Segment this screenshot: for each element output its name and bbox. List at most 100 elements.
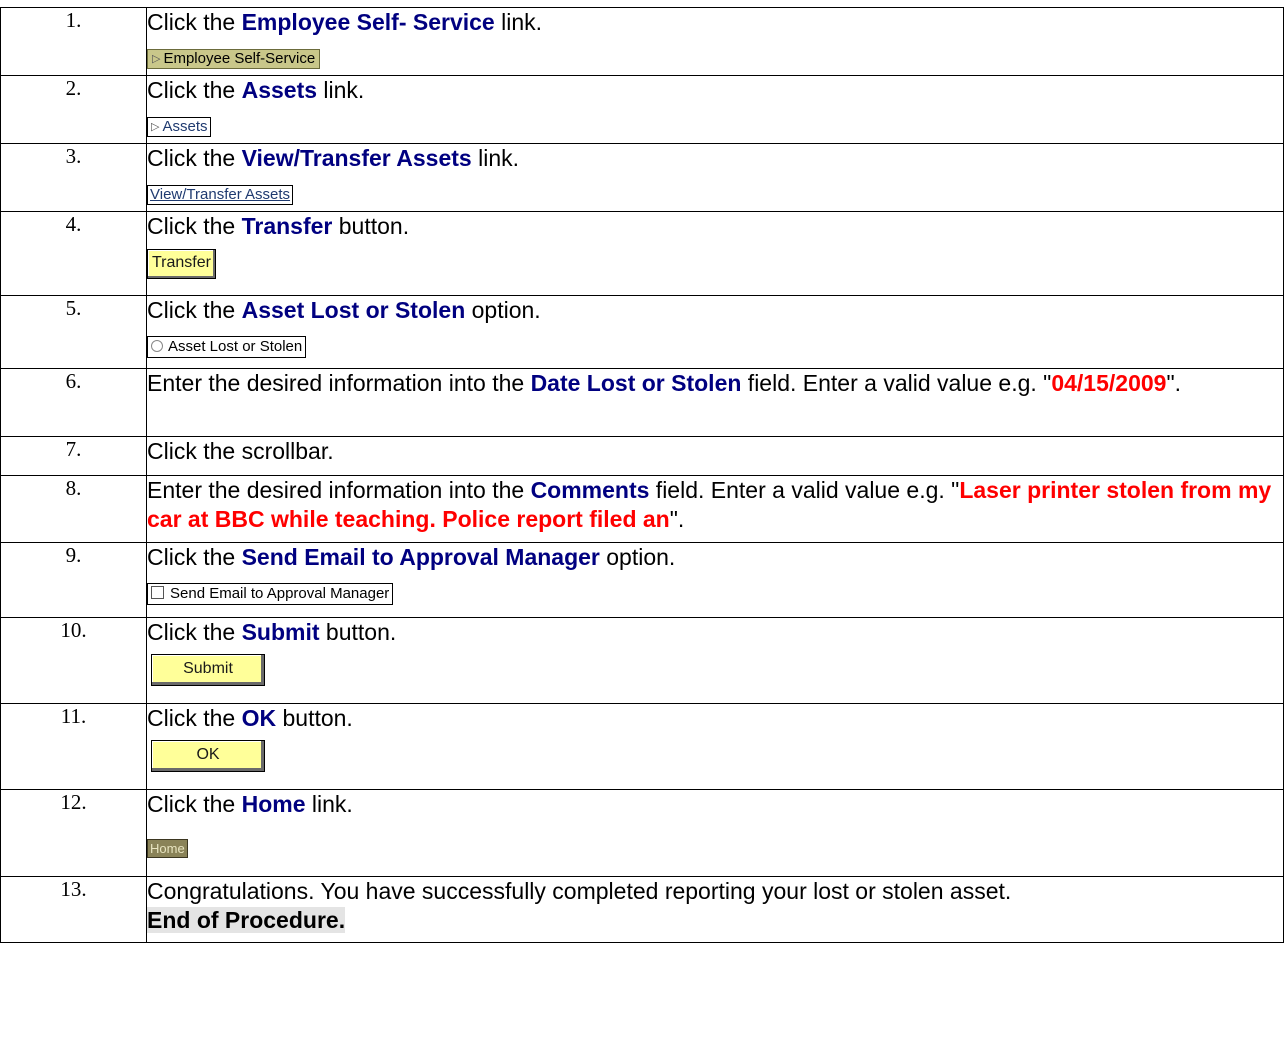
target-name: OK — [241, 705, 277, 731]
step-instruction: Enter the desired information into the C… — [146, 475, 1284, 543]
instruction-text: Click the — [147, 619, 242, 645]
instruction-text: link. — [317, 77, 365, 103]
instruction-text: Click the — [147, 9, 242, 35]
instruction-text: option. — [465, 297, 541, 323]
step-number: 9. — [0, 542, 147, 618]
screenshot-snippet: Submit — [147, 651, 1283, 686]
target-name: Comments — [530, 477, 650, 503]
step-instruction: Click the Submit button. Submit — [146, 617, 1284, 704]
screenshot-snippet: Send Email to Approval Manager — [147, 576, 1283, 605]
instruction-text: Click the — [147, 705, 242, 731]
target-name: Submit — [241, 619, 320, 645]
step-number: 6. — [0, 368, 147, 437]
screenshot-snippet: ▷ Employee Self-Service — [147, 41, 1283, 70]
step-row: 1. Click the Employee Self- Service link… — [0, 7, 1284, 76]
step-row: 12. Click the Home link. Home — [0, 789, 1284, 877]
employee-self-service-link[interactable]: ▷ Employee Self-Service — [147, 49, 321, 69]
target-name: Assets — [241, 77, 318, 103]
step-number: 8. — [0, 475, 147, 543]
procedure-steps-table: 1. Click the Employee Self- Service link… — [0, 7, 1284, 943]
step-instruction: Click the View/Transfer Assets link. Vie… — [146, 143, 1284, 212]
step-instruction: Click the OK button. OK — [146, 703, 1284, 790]
target-name: Asset Lost or Stolen — [241, 297, 466, 323]
step-row: 8. Enter the desired information into th… — [0, 475, 1284, 543]
instruction-text: link. — [494, 9, 543, 35]
asset-lost-or-stolen-option[interactable]: Asset Lost or Stolen — [147, 336, 307, 358]
step-row: 9. Click the Send Email to Approval Mana… — [0, 542, 1284, 618]
send-email-to-approval-manager-option[interactable]: Send Email to Approval Manager — [147, 583, 394, 605]
instruction-text: Click the — [147, 77, 242, 103]
instruction-text: option. — [599, 544, 676, 570]
link-label: Employee Self-Service — [163, 50, 316, 67]
ok-button[interactable]: OK — [151, 740, 265, 772]
step-number: 4. — [0, 211, 147, 296]
target-name: Transfer — [241, 213, 333, 239]
target-name: Employee Self- Service — [241, 9, 495, 35]
step-number: 3. — [0, 143, 147, 212]
end-of-procedure: End of Procedure. — [147, 907, 346, 933]
step-number: 5. — [0, 295, 147, 369]
radio-button-icon — [151, 340, 163, 352]
step-instruction: Click the Assets link. ▷ Assets — [146, 75, 1284, 144]
step-number: 13. — [0, 876, 147, 943]
instruction-text: Enter the desired information into the — [147, 370, 531, 396]
instruction-text: Click the — [147, 297, 242, 323]
step-row: 6. Enter the desired information into th… — [0, 368, 1284, 437]
instruction-text: Enter the desired information into the — [147, 477, 531, 503]
step-row: 3. Click the View/Transfer Assets link. … — [0, 143, 1284, 212]
screenshot-snippet: Home — [147, 831, 1283, 860]
option-label: Send Email to Approval Manager — [170, 585, 390, 602]
link-label: Assets — [162, 118, 208, 135]
step-instruction: Click the scrollbar. — [146, 436, 1284, 476]
step-number: 10. — [0, 617, 147, 704]
target-name: Home — [241, 791, 306, 817]
screenshot-snippet: View/Transfer Assets — [147, 177, 1283, 206]
step-instruction: Click the Employee Self- Service link. ▷… — [146, 7, 1284, 76]
option-label: Asset Lost or Stolen — [168, 338, 303, 355]
step-instruction: Click the Send Email to Approval Manager… — [146, 542, 1284, 618]
target-name: Date Lost or Stolen — [530, 370, 742, 396]
view-transfer-assets-link[interactable]: View/Transfer Assets — [147, 185, 294, 205]
target-name: Send Email to Approval Manager — [241, 544, 600, 570]
step-row: 5. Click the Asset Lost or Stolen option… — [0, 295, 1284, 369]
screenshot-snippet: Asset Lost or Stolen — [147, 329, 1283, 358]
instruction-text: link. — [471, 145, 520, 171]
submit-button[interactable]: Submit — [151, 654, 265, 686]
step-row: 11. Click the OK button. OK — [0, 703, 1284, 790]
instruction-text: button. — [319, 619, 397, 645]
example-value: 04/15/2009 — [1051, 370, 1167, 396]
instruction-text: button. — [276, 705, 353, 731]
step-instruction: Click the Transfer button. Transfer — [146, 211, 1284, 296]
step-number: 2. — [0, 75, 147, 144]
step-instruction: Click the Asset Lost or Stolen option. A… — [146, 295, 1284, 369]
step-row: 7. Click the scrollbar. — [0, 436, 1284, 476]
step-instruction: Enter the desired information into the D… — [146, 368, 1284, 437]
target-name: View/Transfer Assets — [241, 145, 472, 171]
instruction-text: Click the — [147, 544, 242, 570]
instruction-text: Click the — [147, 145, 242, 171]
step-row: 13. Congratulations. You have successful… — [0, 876, 1284, 943]
instruction-text: ". — [1166, 370, 1182, 396]
home-link[interactable]: Home — [147, 839, 188, 858]
step-number: 1. — [0, 7, 147, 76]
instruction-text: field. Enter a valid value e.g. " — [741, 370, 1052, 396]
instruction-text: link. — [305, 791, 353, 817]
instruction-text: field. Enter a valid value e.g. " — [649, 477, 960, 503]
step-row: 10. Click the Submit button. Submit — [0, 617, 1284, 704]
instruction-text: Click the — [147, 791, 242, 817]
step-number: 7. — [0, 436, 147, 476]
screenshot-snippet: Transfer — [147, 245, 1283, 279]
checkbox-icon — [151, 586, 164, 599]
step-row: 2. Click the Assets link. ▷ Assets — [0, 75, 1284, 144]
screenshot-snippet: OK — [147, 737, 1283, 772]
screenshot-snippet: ▷ Assets — [147, 109, 1283, 138]
step-number: 11. — [0, 703, 147, 790]
instruction-text: button. — [332, 213, 410, 239]
transfer-button[interactable]: Transfer — [147, 249, 216, 279]
step-row: 4. Click the Transfer button. Transfer — [0, 211, 1284, 296]
step-instruction: Click the Home link. Home — [146, 789, 1284, 877]
assets-link[interactable]: ▷ Assets — [147, 117, 212, 137]
expand-arrow-icon: ▷ — [152, 53, 161, 65]
instruction-text: Congratulations. You have successfully c… — [147, 878, 1012, 904]
instruction-text: ". — [669, 506, 685, 532]
